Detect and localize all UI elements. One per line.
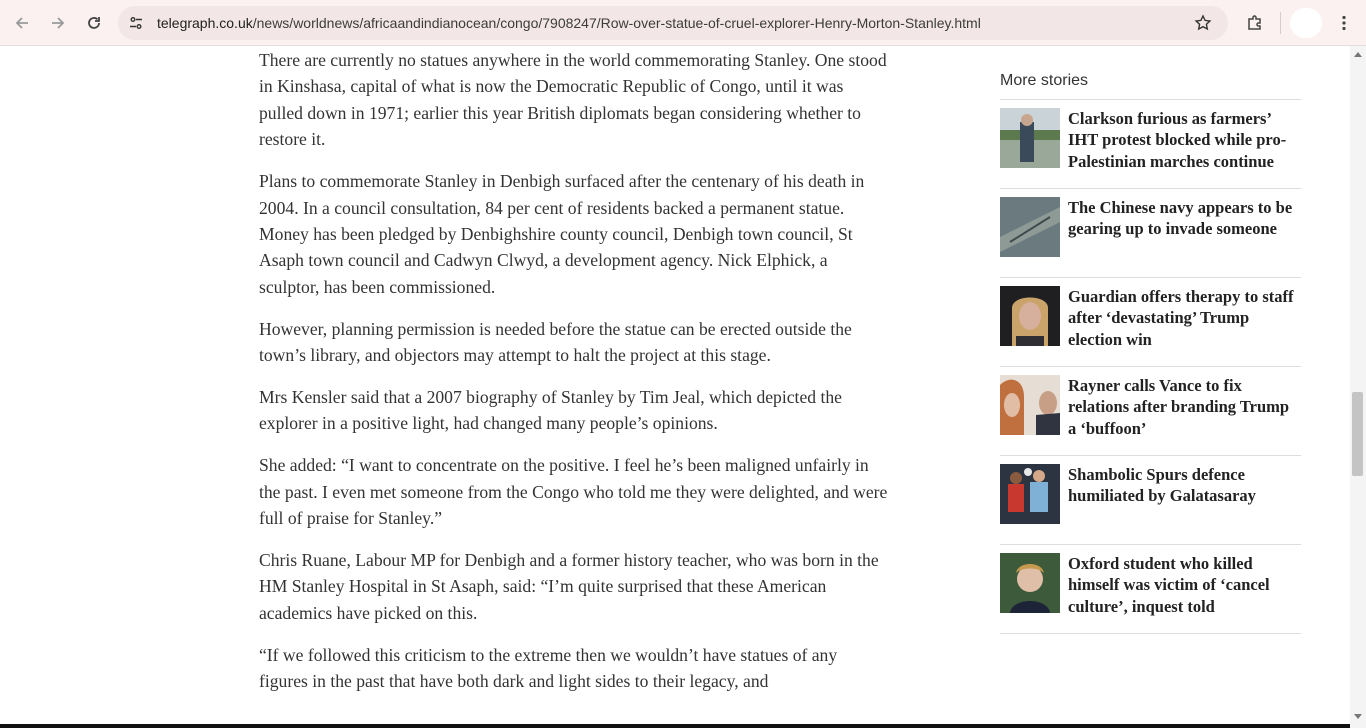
article-paragraph: Mrs Kensler said that a 2007 biography o…: [259, 386, 842, 434]
story-thumbnail[interactable]: [1000, 197, 1060, 257]
url-text: telegraph.co.uk/news/worldnews/africaand…: [157, 15, 981, 31]
story-thumbnail[interactable]: [1000, 286, 1060, 346]
story-title[interactable]: Oxford student who killed himself was vi…: [1068, 553, 1301, 617]
profile-avatar[interactable]: [1290, 8, 1322, 38]
extensions-icon: [1248, 15, 1261, 30]
story-title[interactable]: Clarkson furious as farmers’ IHT protest…: [1068, 108, 1301, 172]
article-paragraph: “If we followed this criticism to the ex…: [259, 644, 838, 692]
reload-button[interactable]: [79, 8, 109, 38]
more-stories-panel: More stories Clarkson furious as farmers…: [1000, 70, 1301, 634]
scroll-up-icon[interactable]: [1354, 52, 1362, 57]
article-paragraph: She added: “I want to concentrate on the…: [259, 455, 888, 529]
story-thumbnail[interactable]: [1000, 375, 1060, 435]
browser-menu-button[interactable]: [1329, 8, 1359, 38]
site-info-icon[interactable]: [128, 15, 144, 31]
story-thumbnail[interactable]: [1000, 108, 1060, 168]
bottom-edge: [0, 724, 1350, 728]
scrollbar-thumb[interactable]: [1352, 392, 1363, 476]
scroll-down-icon[interactable]: [1354, 714, 1362, 719]
story-title[interactable]: Rayner calls Vance to fix relations afte…: [1068, 375, 1301, 439]
story-item[interactable]: The Chinese navy appears to be gearing u…: [1000, 189, 1301, 278]
story-item[interactable]: Oxford student who killed himself was vi…: [1000, 545, 1301, 634]
story-thumbnail[interactable]: [1000, 464, 1060, 524]
article-paragraph: Plans to commemorate Stanley in Denbigh …: [259, 171, 865, 297]
story-item[interactable]: Guardian offers therapy to staff after ‘…: [1000, 278, 1301, 367]
url-host: telegraph.co.uk: [157, 15, 253, 31]
extensions-button[interactable]: [1240, 8, 1270, 38]
forward-button[interactable]: [43, 8, 73, 38]
story-item[interactable]: Rayner calls Vance to fix relations afte…: [1000, 367, 1301, 456]
url-path: /news/worldnews/africaandindianocean/con…: [252, 15, 981, 31]
menu-icon: [1342, 15, 1346, 31]
article-paragraph: Chris Ruane, Labour MP for Denbigh and a…: [259, 550, 879, 623]
address-bar[interactable]: telegraph.co.uk/news/worldnews/africaand…: [118, 6, 1228, 40]
back-icon: [15, 17, 28, 29]
article-body: There are currently no statues anywhere …: [259, 46, 889, 710]
forward-icon: [52, 17, 65, 29]
reload-icon: [88, 17, 100, 29]
page-scrollbar[interactable]: [1350, 46, 1366, 728]
story-title[interactable]: The Chinese navy appears to be gearing u…: [1068, 197, 1301, 240]
more-stories-heading: More stories: [1000, 70, 1301, 100]
back-button[interactable]: [7, 8, 37, 38]
story-item[interactable]: Clarkson furious as farmers’ IHT protest…: [1000, 100, 1301, 189]
story-item[interactable]: Shambolic Spurs defence humiliated by Ga…: [1000, 456, 1301, 545]
article-paragraph: However, planning permission is needed b…: [259, 318, 852, 366]
bookmark-star-icon[interactable]: [1194, 14, 1212, 32]
toolbar-divider: [1280, 12, 1281, 34]
browser-toolbar: telegraph.co.uk/news/worldnews/africaand…: [0, 0, 1366, 46]
story-title[interactable]: Shambolic Spurs defence humiliated by Ga…: [1068, 464, 1301, 507]
article-paragraph: There are currently no statues anywhere …: [259, 50, 887, 150]
story-title[interactable]: Guardian offers therapy to staff after ‘…: [1068, 286, 1301, 350]
story-thumbnail[interactable]: [1000, 553, 1060, 613]
